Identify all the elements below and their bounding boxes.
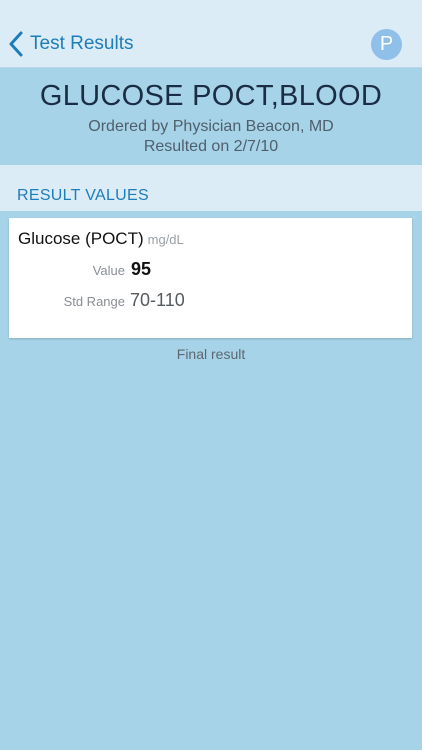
- value-label: Value: [92, 263, 125, 278]
- test-unit: mg/dL: [147, 232, 184, 247]
- back-button-label: Test Results: [30, 33, 134, 54]
- resulted-on-text: Resulted on 2/7/10: [143, 138, 279, 155]
- final-result-note: Final result: [176, 346, 246, 362]
- section-title: RESULT VALUES: [17, 187, 149, 204]
- result-value: 95: [131, 259, 152, 279]
- chevron-left-icon: [8, 30, 28, 58]
- std-range-label: Std Range: [63, 294, 125, 309]
- test-name: Glucose (POCT): [18, 229, 144, 248]
- result-card: Glucose (POCT) mg/dL Value 95 Std Range 7…: [9, 218, 412, 338]
- navigation-bar: Test Results P: [0, 0, 422, 68]
- avatar[interactable]: P: [371, 29, 402, 60]
- back-button[interactable]: Test Results: [8, 28, 133, 60]
- std-range-value: 70-110: [130, 290, 185, 310]
- result-values-section-header: RESULT VALUES: [0, 165, 422, 211]
- ordered-by-text: Ordered by Physician Beacon, MD: [88, 118, 334, 135]
- test-name-row: Glucose (POCT) mg/dL: [18, 229, 184, 249]
- page-title: GLUCOSE POCT,BLOOD: [39, 80, 383, 112]
- test-header: GLUCOSE POCT,BLOOD Ordered by Physician …: [0, 68, 422, 165]
